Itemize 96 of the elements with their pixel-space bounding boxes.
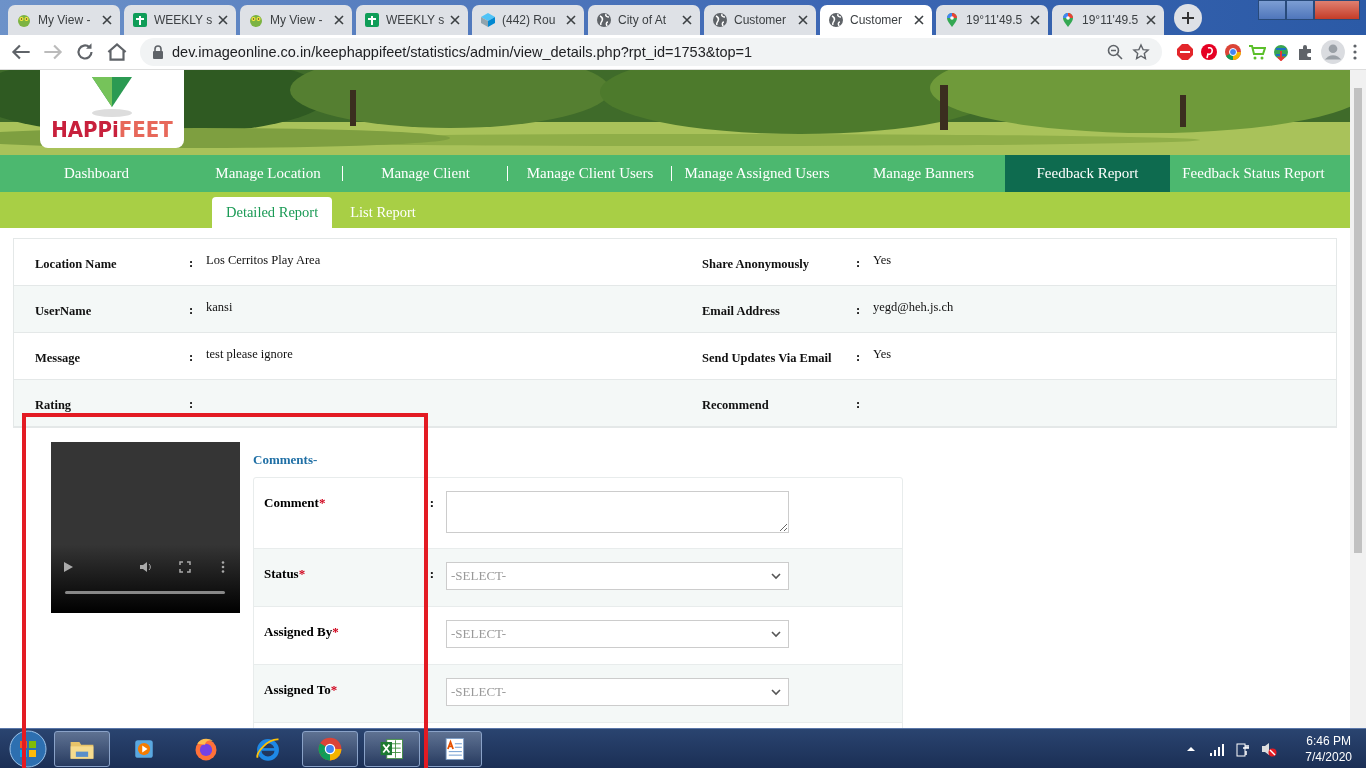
scrollbar[interactable] <box>1350 70 1366 728</box>
map-pin-icon <box>944 12 960 28</box>
browser-tab[interactable]: City of At <box>588 5 700 35</box>
taskbar-button[interactable] <box>364 730 420 767</box>
pin-extension-icon[interactable] <box>1200 43 1218 61</box>
browser-tab[interactable]: My View - <box>8 5 120 35</box>
menu-icon[interactable] <box>1352 43 1358 61</box>
field-value: yegd@heh.js.ch <box>873 300 954 314</box>
stop-sign-icon[interactable] <box>1176 43 1194 61</box>
field-label: Rating <box>35 398 72 412</box>
minimize-button[interactable] <box>1258 0 1286 20</box>
field-value: test please ignore <box>206 347 293 361</box>
plus-icon <box>1181 11 1195 25</box>
nav-item[interactable]: Feedback Report <box>1005 155 1170 192</box>
star-icon[interactable] <box>1132 43 1150 61</box>
browser-tab[interactable]: WEEKLY s <box>124 5 236 35</box>
power-plug-icon[interactable] <box>1235 740 1252 757</box>
browser-tab[interactable]: (442) Rou <box>472 5 584 35</box>
field-label: Email Address <box>702 304 780 318</box>
chevron-icon <box>770 628 782 640</box>
colon: : <box>856 397 861 411</box>
browser-tab[interactable]: WEEKLY s <box>356 5 468 35</box>
colon: : <box>189 303 194 317</box>
section-title: Comments- <box>253 451 318 469</box>
field-label: UserName <box>35 304 92 318</box>
new-tab-button[interactable] <box>1174 4 1202 32</box>
close-icon[interactable] <box>218 15 228 25</box>
taskbar-button[interactable] <box>54 730 110 767</box>
field-label: Recommend <box>702 398 769 412</box>
close-icon[interactable] <box>1146 15 1156 25</box>
chevron-icon <box>770 570 782 582</box>
field-label: Status* <box>264 565 307 582</box>
fullscreen-icon[interactable] <box>177 560 192 574</box>
close-icon[interactable] <box>798 15 808 25</box>
field-label: Assigned By* <box>264 623 340 640</box>
browser-tab[interactable]: Customer <box>820 5 932 35</box>
logo-text: HAPPiFEET <box>51 117 173 142</box>
zoom-out-icon[interactable] <box>1106 43 1124 61</box>
field-value: Yes <box>873 253 892 267</box>
browser-tab[interactable]: 19°11'49.5 <box>936 5 1048 35</box>
browser-tab[interactable]: Customer <box>704 5 816 35</box>
maximize-button[interactable] <box>1286 0 1314 20</box>
map-pin-icon <box>1060 12 1076 28</box>
field-label: Send Updates Via Email <box>702 351 832 365</box>
bug-icon <box>248 12 264 28</box>
colon: : <box>429 566 434 581</box>
close-button[interactable] <box>1314 0 1360 20</box>
globe-icon <box>712 12 728 28</box>
field-value: kansi <box>206 300 233 314</box>
chrome-extension-icon[interactable] <box>1224 43 1242 61</box>
colon: : <box>429 495 434 510</box>
comment-field[interactable] <box>446 491 789 533</box>
close-icon[interactable] <box>334 15 344 25</box>
progress-track[interactable] <box>65 591 225 594</box>
muted-speaker-icon[interactable] <box>1261 740 1278 757</box>
address-bar[interactable]: dev.imageonline.co.in/keephappifeet/statistics/admin/view_details.php?rpt_id=1753&top=1 <box>140 38 1162 66</box>
colon: : <box>189 256 194 270</box>
report-tab[interactable]: Detailed Report <box>212 197 333 228</box>
field-label: Message <box>35 351 81 365</box>
browser-tab[interactable]: My View - <box>240 5 352 35</box>
volume-icon[interactable] <box>139 560 154 574</box>
logo[interactable]: HAPPiFEET <box>40 70 184 148</box>
bug-icon <box>16 12 32 28</box>
colon: : <box>856 303 861 317</box>
close-icon[interactable] <box>450 15 460 25</box>
field-label: Assigned To* <box>264 681 339 698</box>
colon: : <box>856 256 861 270</box>
browser-tab[interactable]: 19°11'49.5 <box>1052 5 1164 35</box>
spreadsheet-icon <box>132 12 148 28</box>
close-icon[interactable] <box>914 15 924 25</box>
chevron-icon <box>770 686 782 698</box>
play-icon[interactable] <box>61 560 75 574</box>
globe-icon <box>828 12 844 28</box>
close-icon[interactable] <box>1030 15 1040 25</box>
field-label: Comment* <box>264 494 327 511</box>
globe-icon <box>596 12 612 28</box>
taskbar-button[interactable] <box>426 730 482 767</box>
globe-download-icon[interactable] <box>1272 43 1290 61</box>
cube-icon <box>480 12 496 28</box>
clock-date[interactable]: 7/4/2020 <box>1305 748 1352 765</box>
close-icon[interactable] <box>566 15 576 25</box>
colon: : <box>189 350 194 364</box>
field-label: Share Anonymously <box>702 257 810 271</box>
field-label: Location Name <box>35 257 117 271</box>
colon: : <box>189 397 194 411</box>
puzzle-icon[interactable] <box>1296 43 1314 61</box>
lock-icon <box>152 45 164 59</box>
field-value: Los Cerritos Play Area <box>206 253 321 267</box>
colon: : <box>856 350 861 364</box>
close-icon[interactable] <box>102 15 112 25</box>
field-value: Yes <box>873 347 892 361</box>
close-icon[interactable] <box>682 15 692 25</box>
taskbar-button[interactable] <box>302 730 358 767</box>
avatar-icon[interactable] <box>1320 39 1346 65</box>
spreadsheet-icon <box>364 12 380 28</box>
clock-time[interactable]: 6:46 PM <box>1306 732 1351 749</box>
